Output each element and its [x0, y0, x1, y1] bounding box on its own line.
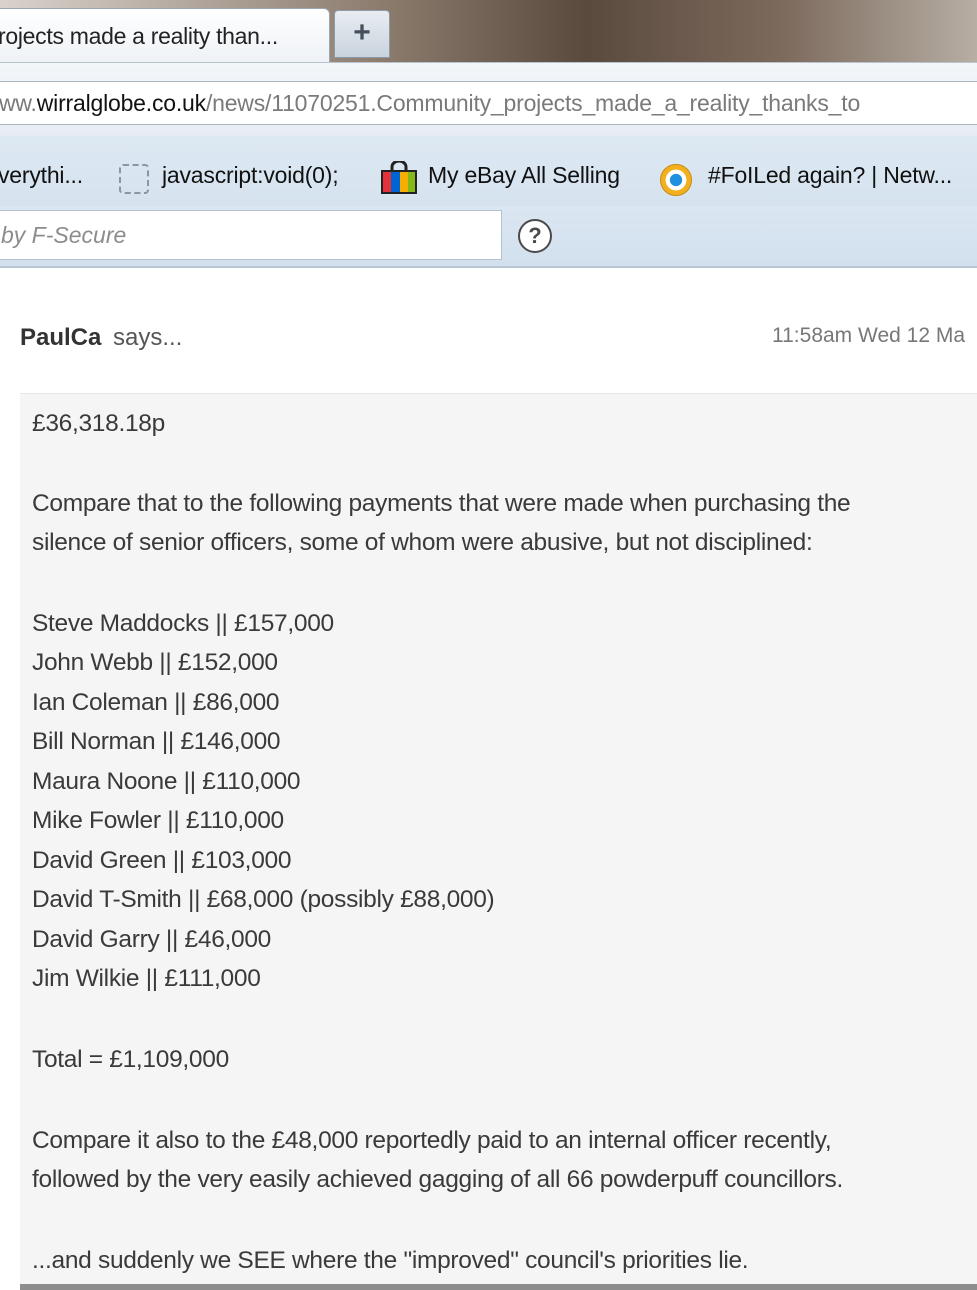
payment-item: Maura Noone || £110,000 — [32, 768, 301, 795]
shopping-bag-icon — [381, 161, 417, 194]
payment-item: David T-Smith || £68,000 (possibly £88,0… — [32, 886, 495, 913]
comment-timestamp: 11:58am Wed 12 Ma — [772, 324, 965, 347]
comment-intro-line-1: Compare that to the following payments t… — [32, 490, 851, 517]
payment-item: Jim Wilkie || £111,000 — [32, 965, 261, 992]
divider — [20, 1284, 977, 1290]
comment-body: £36,318.18p Compare that to the followin… — [20, 393, 977, 1286]
blank-page-icon — [119, 164, 149, 194]
payment-item: David Garry || £46,000 — [32, 926, 271, 953]
payment-item: John Webb || £152,000 — [32, 649, 278, 676]
browser-tab[interactable]: rojects made a reality than... — [0, 8, 330, 62]
url-path: /news/11070251.Community_projects_made_a… — [205, 90, 861, 116]
comment-header: PaulCa says... 11:58am Wed 12 Ma — [0, 300, 977, 392]
comment-author[interactable]: PaulCa — [20, 324, 101, 352]
search-input[interactable] — [0, 210, 502, 260]
payment-item: Bill Norman || £146,000 — [32, 728, 281, 755]
navigation-bar: ww.wirralglobe.co.uk/news/11070251.Commu… — [0, 62, 977, 137]
payment-item: David Green || £103,000 — [32, 847, 292, 874]
bookmark-item-foiled[interactable]: #FoILed again? | Netw... — [708, 162, 952, 189]
search-toolbar: ? — [0, 206, 977, 268]
comment-closing: ...and suddenly we SEE where the "improv… — [32, 1247, 749, 1274]
address-bar[interactable]: ww.wirralglobe.co.uk/news/11070251.Commu… — [0, 81, 977, 125]
payment-item: Mike Fowler || £110,000 — [32, 807, 284, 834]
comment-says: says... — [113, 324, 183, 351]
url-prefix: ww. — [0, 90, 37, 116]
url-domain: wirralglobe.co.uk — [36, 90, 206, 116]
tab-title: rojects made a reality than... — [0, 23, 278, 49]
comment-amount: £36,318.18p — [32, 410, 165, 437]
comment-compare-line-1: Compare it also to the £48,000 reportedl… — [32, 1127, 832, 1154]
help-icon[interactable]: ? — [518, 219, 552, 253]
bookmark-item-everything[interactable]: verythi... — [0, 162, 83, 189]
payment-total: Total = £1,109,000 — [32, 1046, 229, 1073]
new-tab-button[interactable]: + — [334, 10, 390, 58]
bookmark-item-ebay[interactable]: My eBay All Selling — [428, 162, 620, 189]
url-text: ww.wirralglobe.co.uk/news/11070251.Commu… — [0, 90, 860, 117]
payment-item: Steve Maddocks || £157,000 — [32, 610, 334, 637]
globe-circle-icon — [660, 164, 692, 196]
comment-intro-line-2: silence of senior officers, some of whom… — [32, 529, 813, 556]
payment-item: Ian Coleman || £86,000 — [32, 689, 280, 716]
tab-bar: rojects made a reality than... + — [0, 0, 977, 62]
bookmark-item-javascript[interactable]: javascript:void(0); — [162, 162, 339, 189]
comment-compare-line-2: followed by the very easily achieved gag… — [32, 1166, 844, 1193]
